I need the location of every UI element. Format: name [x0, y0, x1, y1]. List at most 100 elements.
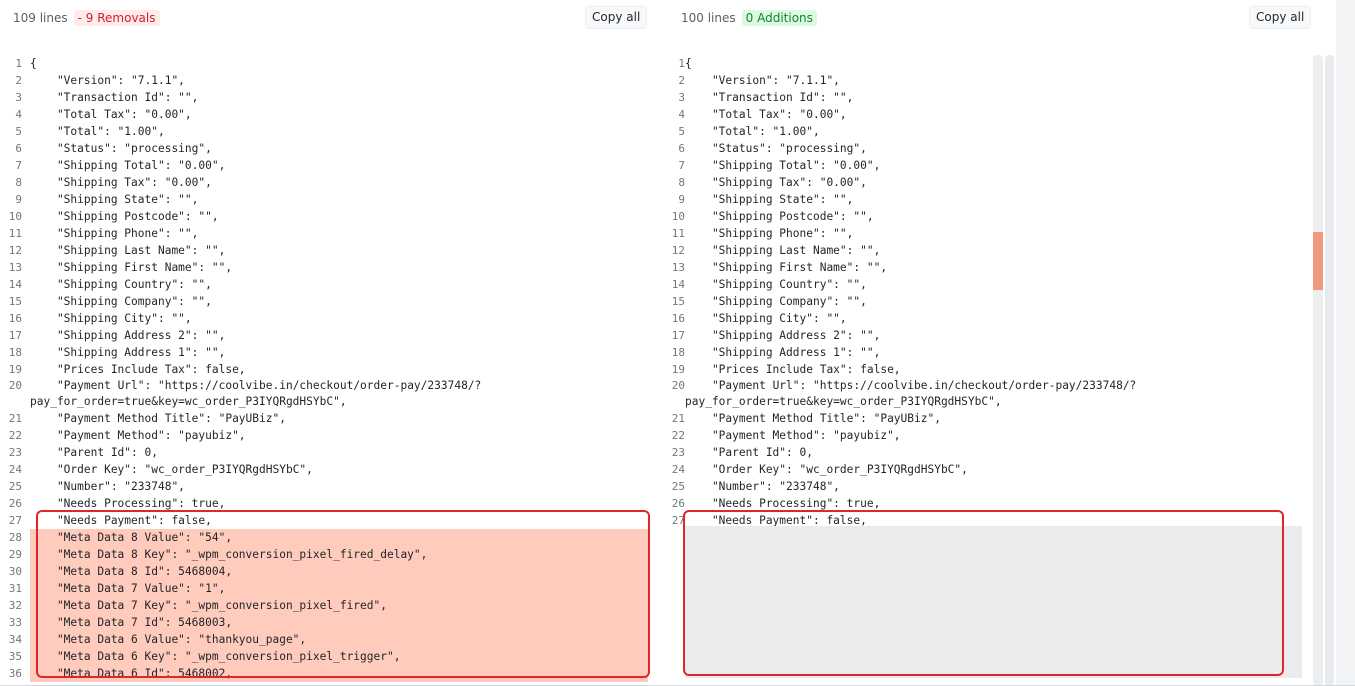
code-line: 8 "Shipping Tax": "0.00",: [665, 174, 1305, 191]
line-content: {: [685, 57, 692, 70]
line-number: 18: [8, 346, 22, 359]
line-number: 32: [8, 599, 22, 612]
line-content: "Meta Data 6 Value": "thankyou_page",: [30, 631, 648, 648]
code-line: 8 "Shipping Tax": "0.00",: [0, 174, 660, 191]
code-line: 10 "Shipping Postcode": "",: [665, 208, 1305, 225]
line-content: "Order Key": "wc_order_P3IYQRgdHSYbC",: [685, 463, 968, 476]
line-content: "Payment Method": "payubiz",: [30, 429, 246, 442]
code-line: 33 "Meta Data 7 Id": 5468003,: [0, 614, 660, 631]
original-code-pane[interactable]: 1{2 "Version": "7.1.1", 3 "Transaction Id…: [0, 55, 660, 686]
line-content: "Needs Processing": true,: [685, 497, 881, 510]
left-toolbar: 109 lines - 9 Removals: [13, 6, 160, 30]
code-line: 18 "Shipping Address 1": "",: [665, 344, 1305, 361]
diff-overview-marker[interactable]: [1313, 232, 1323, 290]
code-line: 28 "Meta Data 8 Value": "54",: [0, 529, 660, 546]
code-line: 23 "Parent Id": 0,: [0, 444, 660, 461]
line-content: "Transaction Id": "",: [685, 91, 854, 104]
line-number: 6: [678, 142, 685, 155]
line-number: 22: [8, 429, 22, 442]
line-number: 17: [8, 329, 22, 342]
line-number: 2: [678, 74, 685, 87]
code-line: 16 "Shipping City": "",: [665, 310, 1305, 327]
code-line: 34 "Meta Data 6 Value": "thankyou_page",: [0, 631, 660, 648]
line-number: 17: [671, 329, 685, 342]
line-content: "Status": "processing",: [30, 142, 212, 155]
code-line: 1{: [0, 55, 660, 72]
code-line: 25 "Number": "233748",: [0, 478, 660, 495]
line-number: 18: [671, 346, 685, 359]
line-number: 4: [15, 108, 22, 121]
line-content: "Total": "1.00",: [30, 125, 165, 138]
line-content: "Meta Data 6 Key": "_wpm_conversion_pixe…: [30, 648, 648, 665]
line-content: "Version": "7.1.1",: [685, 74, 840, 87]
line-content: "Payment Url": "https://coolvibe.in/chec…: [685, 379, 1137, 408]
line-number: 3: [15, 91, 22, 104]
code-line: 25 "Number": "233748",: [665, 478, 1305, 495]
code-line: 14 "Shipping Country": "",: [0, 276, 660, 293]
code-line: 29 "Meta Data 8 Key": "_wpm_conversion_p…: [0, 546, 660, 563]
code-line: 32 "Meta Data 7 Key": "_wpm_conversion_p…: [0, 597, 660, 614]
line-content: "Shipping Tax": "0.00",: [30, 176, 212, 189]
line-content: "Meta Data 7 Value": "1",: [30, 580, 648, 597]
line-number: 23: [671, 446, 685, 459]
code-line: 9 "Shipping State": "",: [0, 191, 660, 208]
line-number: 29: [8, 548, 22, 561]
line-number: 20: [8, 379, 22, 392]
line-content: "Parent Id": 0,: [30, 446, 158, 459]
line-content: "Parent Id": 0,: [685, 446, 813, 459]
line-content: "Meta Data 6 Id": 5468002,: [30, 665, 648, 682]
line-number: 3: [678, 91, 685, 104]
line-number: 27: [671, 514, 685, 527]
line-content: "Shipping Postcode": "",: [30, 210, 219, 223]
code-line: 20 "Payment Url": "https://coolvibe.in/c…: [665, 378, 1305, 410]
left-line-count: 109 lines: [13, 11, 68, 25]
line-content: "Meta Data 8 Value": "54",: [30, 529, 648, 546]
scrollbar-track[interactable]: [1325, 55, 1334, 686]
code-line: 22 "Payment Method": "payubiz",: [665, 427, 1305, 444]
code-line: 23 "Parent Id": 0,: [665, 444, 1305, 461]
line-content: "Transaction Id": "",: [30, 91, 199, 104]
code-line: 19 "Prices Include Tax": false,: [0, 361, 660, 378]
line-content: "Shipping State": "",: [685, 193, 854, 206]
code-line: 6 "Status": "processing",: [665, 140, 1305, 157]
line-content: "Total Tax": "0.00",: [685, 108, 847, 121]
line-number: 10: [671, 210, 685, 223]
code-line: 5 "Total": "1.00",: [0, 123, 660, 140]
line-number: 14: [671, 278, 685, 291]
code-line: 21 "Payment Method Title": "PayUBiz",: [0, 410, 660, 427]
code-line: 27 "Needs Payment": false,: [0, 512, 660, 529]
code-line: 2 "Version": "7.1.1",: [0, 72, 660, 89]
line-content: "Number": "233748",: [685, 480, 840, 493]
line-content: "Meta Data 8 Key": "_wpm_conversion_pixe…: [30, 546, 648, 563]
removed-lines-placeholder: [685, 526, 1302, 678]
line-number: 25: [671, 480, 685, 493]
code-line: 4 "Total Tax": "0.00",: [0, 106, 660, 123]
copy-all-left-button[interactable]: Copy all: [585, 6, 648, 29]
line-number: 7: [678, 159, 685, 172]
line-number: 26: [671, 497, 685, 510]
line-content: "Payment Method Title": "PayUBiz",: [30, 412, 286, 425]
line-number: 12: [8, 244, 22, 257]
line-content: "Prices Include Tax": false,: [685, 363, 901, 376]
code-line: 26 "Needs Processing": true,: [665, 495, 1305, 512]
code-line: 17 "Shipping Address 2": "",: [0, 327, 660, 344]
diff-overview-ruler[interactable]: [1313, 55, 1323, 686]
code-line: 15 "Shipping Company": "",: [0, 293, 660, 310]
line-content: "Shipping Tax": "0.00",: [685, 176, 867, 189]
line-number: 11: [8, 227, 22, 240]
line-number: 27: [8, 514, 22, 527]
line-number: 24: [671, 463, 685, 476]
line-number: 34: [8, 633, 22, 646]
code-line: 12 "Shipping Last Name": "",: [665, 242, 1305, 259]
code-line: 10 "Shipping Postcode": "",: [0, 208, 660, 225]
line-content: "Total Tax": "0.00",: [30, 108, 192, 121]
line-content: "Shipping Last Name": "",: [685, 244, 881, 257]
code-line: 13 "Shipping First Name": "",: [665, 259, 1305, 276]
right-toolbar: 100 lines 0 Additions: [681, 6, 817, 30]
code-line: 31 "Meta Data 7 Value": "1",: [0, 580, 660, 597]
line-content: "Shipping Address 2": "",: [30, 329, 226, 342]
line-content: "Shipping Country": "",: [30, 278, 212, 291]
copy-all-right-button[interactable]: Copy all: [1249, 6, 1312, 29]
line-content: "Shipping Company": "",: [685, 295, 867, 308]
line-number: 25: [8, 480, 22, 493]
